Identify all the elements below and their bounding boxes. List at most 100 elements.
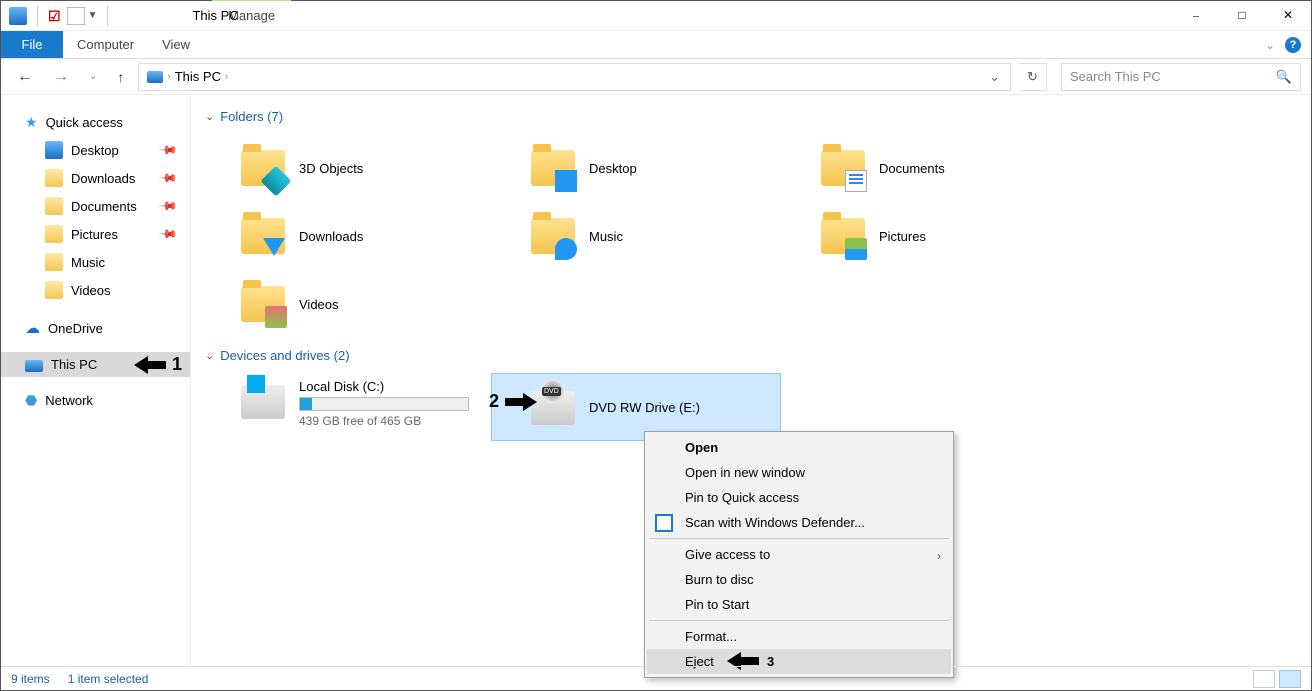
menu-scan-defender[interactable]: Scan with Windows Defender...: [647, 510, 951, 535]
chevron-down-icon: ⌄: [205, 349, 214, 362]
folder-label: 3D Objects: [299, 161, 363, 176]
annotation-arrow-icon: [503, 393, 537, 411]
recent-dropdown-icon[interactable]: ⌄: [83, 71, 103, 82]
menu-format[interactable]: Format...: [647, 624, 951, 649]
folder-desktop[interactable]: Desktop: [491, 134, 781, 202]
folder-label: Documents: [879, 161, 945, 176]
status-bar: 9 items 1 item selected: [1, 666, 1311, 690]
refresh-button[interactable]: ↻: [1019, 63, 1047, 91]
tab-view[interactable]: View: [148, 31, 204, 58]
address-history-icon[interactable]: ⌄: [983, 69, 1006, 85]
menu-give-access[interactable]: Give access to ›: [647, 542, 951, 567]
menu-pin-start[interactable]: Pin to Start: [647, 592, 951, 617]
folder-music[interactable]: Music: [491, 202, 781, 270]
chevron-right-icon: ›: [937, 549, 941, 563]
tree-label: Documents: [71, 199, 137, 214]
title-bar: ☑ ▼ Drive Tools Manage This PC – □ ✕: [1, 1, 1311, 31]
close-button[interactable]: ✕: [1265, 1, 1311, 31]
folder-downloads[interactable]: Downloads: [201, 202, 491, 270]
ribbon-expand-icon[interactable]: ⌄: [1265, 38, 1275, 52]
status-selected: 1 item selected: [68, 672, 149, 686]
pin-icon: 📌: [158, 140, 178, 160]
section-drives-header[interactable]: ⌄ Devices and drives (2): [201, 348, 1311, 373]
tab-manage[interactable]: Manage: [212, 1, 291, 29]
tree-videos[interactable]: Videos: [1, 276, 190, 304]
window-controls: – □ ✕: [1173, 1, 1311, 31]
pin-icon: 📌: [158, 224, 178, 244]
tree-desktop[interactable]: Desktop 📌: [1, 136, 190, 164]
folder-label: Desktop: [589, 161, 637, 176]
minimize-button[interactable]: –: [1173, 1, 1219, 31]
tree-label: Pictures: [71, 227, 118, 242]
folder-3d-objects[interactable]: 3D Objects: [201, 134, 491, 202]
tab-computer[interactable]: Computer: [63, 31, 148, 58]
qat-dropdown-icon[interactable]: ▼: [88, 10, 98, 21]
annotation-number: 2: [489, 391, 499, 412]
up-button[interactable]: ↑: [111, 69, 130, 85]
menu-label: Scan with Windows Defender...: [685, 515, 865, 530]
crumb-thispc[interactable]: This PC: [175, 69, 221, 84]
menu-open-new-window[interactable]: Open in new window: [647, 460, 951, 485]
separator: [37, 6, 38, 26]
crumb-sep-icon[interactable]: ›: [221, 71, 232, 82]
tree-label: OneDrive: [48, 321, 103, 336]
folder-label: Videos: [299, 297, 339, 312]
drive-local-c[interactable]: Local Disk (C:) 439 GB free of 465 GB: [201, 373, 491, 441]
tree-downloads[interactable]: Downloads📌: [1, 164, 190, 192]
maximize-button[interactable]: □: [1219, 1, 1265, 31]
folders-grid: 3D Objects Desktop Documents Downloads M…: [201, 134, 1311, 338]
properties-icon[interactable]: ☑: [48, 9, 61, 23]
folder-icon: [45, 169, 63, 187]
new-folder-icon[interactable]: [67, 7, 85, 25]
menu-pin-quick-access[interactable]: Pin to Quick access: [647, 485, 951, 510]
folder-icon: [45, 253, 63, 271]
navigation-pane: ★ Quick access Desktop 📌 Downloads📌 Docum…: [1, 95, 191, 666]
tree-label: Desktop: [71, 143, 119, 158]
network-icon: ⬣: [25, 392, 37, 409]
section-title: Devices and drives (2): [220, 348, 349, 363]
file-tab[interactable]: File: [1, 31, 63, 58]
drive-free-label: 439 GB free of 465 GB: [299, 414, 469, 428]
tree-quick-access[interactable]: ★ Quick access: [1, 109, 190, 136]
pc-icon: [9, 7, 27, 25]
cloud-icon: ☁: [25, 319, 40, 337]
pin-icon: 📌: [158, 168, 178, 188]
folder-videos[interactable]: Videos: [201, 270, 491, 338]
menu-label: Give access to: [685, 547, 770, 562]
search-icon[interactable]: 🔍: [1276, 69, 1292, 85]
folder-documents[interactable]: Documents: [781, 134, 1071, 202]
separator: [107, 6, 108, 26]
menu-burn-disc[interactable]: Burn to disc: [647, 567, 951, 592]
star-icon: ★: [25, 114, 38, 131]
forward-button[interactable]: →: [47, 68, 75, 86]
pc-icon: [25, 360, 43, 372]
folder-pictures[interactable]: Pictures: [781, 202, 1071, 270]
tree-documents[interactable]: Documents 📌: [1, 192, 190, 220]
help-icon[interactable]: ?: [1285, 37, 1301, 53]
tree-pictures[interactable]: Pictures 📌: [1, 220, 190, 248]
shield-icon: [655, 514, 673, 532]
section-folders-header[interactable]: ⌄Folders (7): [201, 109, 1311, 134]
drive-label: DVD RW Drive (E:): [589, 400, 700, 415]
capacity-bar: [299, 397, 469, 411]
search-box[interactable]: Search This PC 🔍: [1061, 63, 1301, 91]
tree-label: Music: [71, 255, 105, 270]
menu-open[interactable]: Open: [647, 435, 951, 460]
tree-onedrive[interactable]: ☁ OneDrive: [1, 314, 190, 342]
tree-network[interactable]: ⬣Network: [1, 387, 190, 414]
crumb-sep-icon[interactable]: ›: [163, 71, 174, 82]
menu-separator: [649, 538, 949, 539]
folder-icon: [45, 197, 63, 215]
pc-icon: [147, 71, 163, 83]
address-bar[interactable]: › This PC › ⌄: [138, 63, 1011, 91]
drive-label: Local Disk (C:): [299, 379, 469, 394]
menu-separator: [649, 620, 949, 621]
chevron-down-icon: ⌄: [205, 110, 214, 123]
tree-music[interactable]: Music: [1, 248, 190, 276]
view-large-icons-button[interactable]: [1279, 670, 1301, 688]
tree-this-pc[interactable]: This PC 1: [1, 352, 190, 377]
back-button[interactable]: ←: [11, 68, 39, 86]
view-details-button[interactable]: [1253, 670, 1275, 688]
folder-icon: [45, 225, 63, 243]
pin-icon: 📌: [158, 196, 178, 216]
